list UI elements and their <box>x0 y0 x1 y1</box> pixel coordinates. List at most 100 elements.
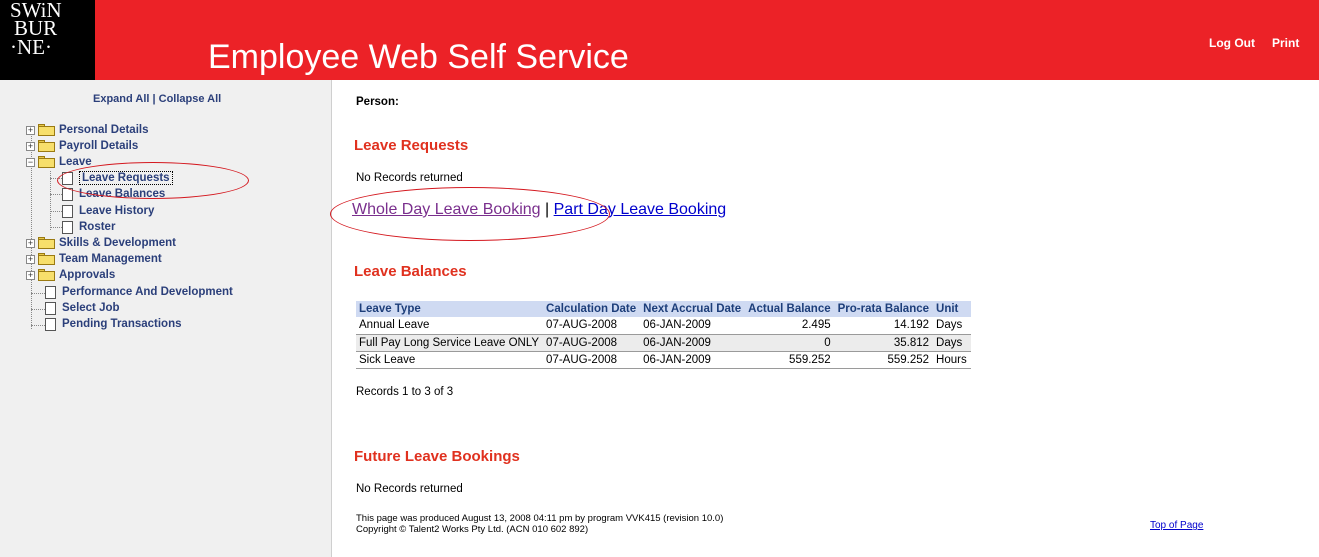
sidebar-item-label: Approvals <box>59 269 116 281</box>
tree-connector <box>50 227 62 228</box>
tree-connector <box>50 211 62 212</box>
sidebar-item-label: Select Job <box>62 302 120 314</box>
future-bookings-empty-text: No Records returned <box>356 483 463 495</box>
sidebar-item-team-management[interactable]: + Team Management <box>26 251 162 267</box>
sidebar-item-label: Leave History <box>79 205 155 217</box>
column-header-pro-rata-balance[interactable]: Pro-rata Balance <box>834 301 934 317</box>
sidebar-item-label: Roster <box>79 221 116 233</box>
open-folder-icon <box>38 156 55 168</box>
future-leave-bookings-heading: Future Leave Bookings <box>354 448 520 465</box>
expand-plus-icon[interactable]: + <box>26 254 35 264</box>
whole-day-leave-booking-link[interactable]: Whole Day Leave Booking <box>352 201 541 218</box>
sidebar-item-select-job[interactable]: Select Job <box>45 300 120 316</box>
header-bar: SWiN BUR ·NE· Employee Web Self Service … <box>0 0 1319 80</box>
cell-calculation-date: 07-AUG-2008 <box>543 351 641 369</box>
sidebar-item-label: Team Management <box>59 253 162 265</box>
sidebar-item-label: Skills & Development <box>59 237 176 249</box>
sidebar-item-leave-history[interactable]: Leave History <box>62 203 154 219</box>
column-header-leave-type[interactable]: Leave Type <box>356 301 544 317</box>
cell-unit: Hours <box>933 351 971 369</box>
document-icon <box>45 301 56 315</box>
column-header-unit[interactable]: Unit <box>933 301 971 317</box>
part-day-leave-booking-link[interactable]: Part Day Leave Booking <box>554 201 727 218</box>
tree-connector <box>50 194 62 195</box>
sidebar-item-personal-details[interactable]: + Personal Details <box>26 122 148 138</box>
sidebar-nav: Expand All | Collapse All + Personal Det… <box>0 80 332 557</box>
cell-leave-type: Full Pay Long Service Leave ONLY <box>356 334 544 352</box>
expand-plus-icon[interactable]: + <box>26 270 35 280</box>
collapse-minus-icon[interactable]: − <box>26 157 35 167</box>
expand-plus-icon[interactable]: + <box>26 238 35 248</box>
column-header-next-accrual-date[interactable]: Next Accrual Date <box>640 301 746 317</box>
cell-leave-type: Annual Leave <box>356 317 544 335</box>
folder-icon <box>38 124 55 136</box>
sidebar-item-label: Payroll Details <box>59 140 139 152</box>
document-icon <box>62 171 73 185</box>
booking-links: Whole Day Leave Booking | Part Day Leave… <box>352 201 726 219</box>
cell-unit: Days <box>933 317 971 335</box>
sidebar-item-approvals[interactable]: + Approvals <box>26 267 115 283</box>
cell-next-accrual-date: 06-JAN-2009 <box>640 317 746 335</box>
sidebar-item-leave-balances[interactable]: Leave Balances <box>62 186 165 202</box>
sidebar-item-pending-transactions[interactable]: Pending Transactions <box>45 316 182 332</box>
sidebar-item-payroll-details[interactable]: + Payroll Details <box>26 138 138 154</box>
main-content: Person: Leave Requests No Records return… <box>330 80 1319 557</box>
cell-pro-rata-balance: 559.252 <box>834 351 934 369</box>
sidebar-item-skills-development[interactable]: + Skills & Development <box>26 235 176 251</box>
sidebar-item-roster[interactable]: Roster <box>62 219 115 235</box>
document-icon <box>45 317 56 331</box>
cell-next-accrual-date: 06-JAN-2009 <box>640 351 746 369</box>
document-icon <box>45 285 56 299</box>
expand-plus-icon[interactable]: + <box>26 125 35 135</box>
footer-generated-text: This page was produced August 13, 2008 0… <box>356 513 724 524</box>
tree-connector <box>50 178 62 179</box>
person-label: Person: <box>356 96 399 108</box>
person-value-redacted <box>412 110 582 120</box>
sidebar-item-leave-requests[interactable]: Leave Requests <box>62 170 173 186</box>
folder-icon <box>38 237 55 249</box>
table-row: Full Pay Long Service Leave ONLY 07-AUG-… <box>356 334 971 352</box>
swinburne-logo: SWiN BUR ·NE· <box>0 0 95 80</box>
folder-icon <box>38 269 55 281</box>
folder-icon <box>38 140 55 152</box>
page-footer-note: This page was produced August 13, 2008 0… <box>356 513 723 535</box>
sidebar-item-label: Leave <box>59 156 92 168</box>
document-icon <box>62 204 73 218</box>
cell-pro-rata-balance: 14.192 <box>834 317 934 335</box>
sidebar-item-label: Leave Balances <box>79 188 166 200</box>
sidebar-item-label: Personal Details <box>59 124 149 136</box>
leave-balances-table: Leave Type Calculation Date Next Accrual… <box>356 301 971 369</box>
document-icon <box>62 220 73 234</box>
folder-icon <box>38 253 55 265</box>
document-icon <box>62 187 73 201</box>
footer-copyright-text: Copyright © Talent2 Works Pty Ltd. (ACN … <box>356 524 589 535</box>
column-header-calculation-date[interactable]: Calculation Date <box>543 301 641 317</box>
logo-line-3: ·NE· <box>10 35 52 59</box>
tree-connector <box>50 171 51 230</box>
expand-plus-icon[interactable]: + <box>26 141 35 151</box>
sidebar-item-label: Pending Transactions <box>62 318 182 330</box>
sidebar-item-label: Leave Requests <box>79 171 173 185</box>
expand-all-link[interactable]: Expand All <box>93 93 149 105</box>
sidebar-item-performance-development[interactable]: Performance And Development <box>45 284 233 300</box>
cell-calculation-date: 07-AUG-2008 <box>543 334 641 352</box>
cell-calculation-date: 07-AUG-2008 <box>543 317 641 335</box>
sidebar-item-label: Performance And Development <box>62 286 233 298</box>
column-header-actual-balance[interactable]: Actual Balance <box>745 301 835 317</box>
expand-collapse-separator: | <box>149 93 159 105</box>
leave-requests-empty-text: No Records returned <box>356 172 463 184</box>
logout-link[interactable]: Log Out <box>1209 36 1255 50</box>
app-window: SWiN BUR ·NE· Employee Web Self Service … <box>0 0 1319 557</box>
print-link[interactable]: Print <box>1272 36 1299 50</box>
top-of-page-link[interactable]: Top of Page <box>1150 520 1203 531</box>
cell-leave-type: Sick Leave <box>356 351 544 369</box>
sidebar-item-leave[interactable]: − Leave <box>26 154 92 170</box>
cell-unit: Days <box>933 334 971 352</box>
cell-actual-balance: 0 <box>745 334 835 352</box>
tree-connector <box>31 325 45 326</box>
leave-requests-heading: Leave Requests <box>354 137 469 154</box>
cell-pro-rata-balance: 35.812 <box>834 334 934 352</box>
table-row: Sick Leave 07-AUG-2008 06-JAN-2009 559.2… <box>356 351 971 369</box>
collapse-all-link[interactable]: Collapse All <box>159 93 222 105</box>
table-row: Annual Leave 07-AUG-2008 06-JAN-2009 2.4… <box>356 317 971 335</box>
